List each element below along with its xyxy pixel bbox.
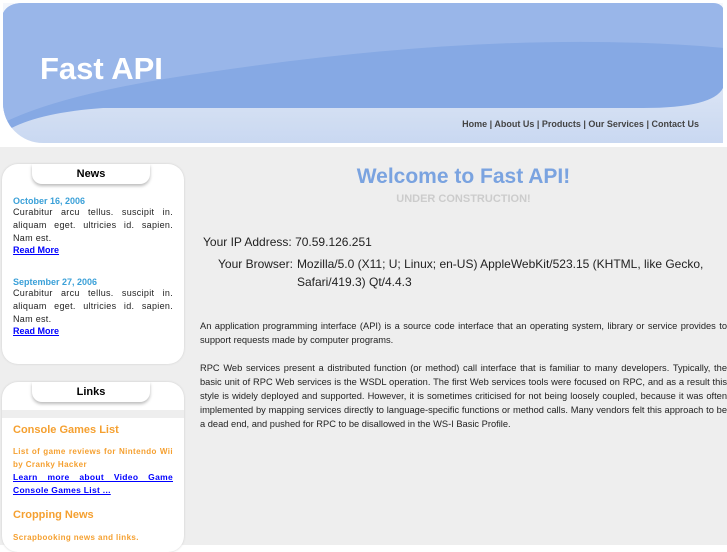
content: Welcome to Fast API! UNDER CONSTRUCTION!…: [200, 165, 727, 431]
link-title[interactable]: Console Games List: [13, 424, 173, 436]
links-box: Links Console Games List List of game re…: [2, 382, 184, 552]
news-title: News: [32, 164, 150, 184]
page-heading: Welcome to Fast API!: [356, 165, 571, 188]
browser-value: Mozilla/5.0 (X11; U; Linux; en-US) Apple…: [296, 257, 704, 289]
link-text: List of game reviews for Nintendo Wii by…: [13, 447, 173, 469]
ip-label: Your IP Address:: [203, 235, 292, 249]
paragraph: An application programming interface (AP…: [200, 321, 727, 345]
news-box: News October 16, 2006 Curabitur arcu tel…: [2, 164, 184, 364]
nav-products[interactable]: Products: [542, 119, 581, 129]
nav-home[interactable]: Home: [462, 119, 487, 129]
ip-value: 70.59.126.251: [295, 235, 372, 249]
nav-contact[interactable]: Contact Us: [651, 119, 699, 129]
top-nav: Home | About Us | Products | Our Service…: [462, 119, 699, 129]
read-more-link[interactable]: Read More: [13, 326, 173, 336]
read-more-link[interactable]: Read More: [13, 245, 173, 255]
link-title[interactable]: Cropping News: [13, 509, 173, 521]
links-title: Links: [32, 382, 150, 402]
nav-services[interactable]: Our Services: [588, 119, 644, 129]
nav-about[interactable]: About Us: [494, 119, 534, 129]
paragraph: RPC Web services present a distributed f…: [200, 363, 727, 429]
news-text: Curabitur arcu tellus. suscipit in. aliq…: [13, 288, 173, 324]
browser-label: Your Browser:: [218, 257, 293, 271]
news-date: September 27, 2006: [13, 277, 98, 287]
news-date: October 16, 2006: [13, 196, 86, 206]
under-construction: UNDER CONSTRUCTION!: [396, 193, 531, 205]
news-text: Curabitur arcu tellus. suscipit in. aliq…: [13, 207, 173, 243]
link-text: Scrapbooking news and links.: [13, 533, 139, 542]
learn-more-link[interactable]: Learn more about Video Game Console Game…: [13, 471, 173, 497]
site-title: Fast API: [40, 51, 163, 86]
header: Fast API Home | About Us | Products | Ou…: [3, 3, 723, 143]
